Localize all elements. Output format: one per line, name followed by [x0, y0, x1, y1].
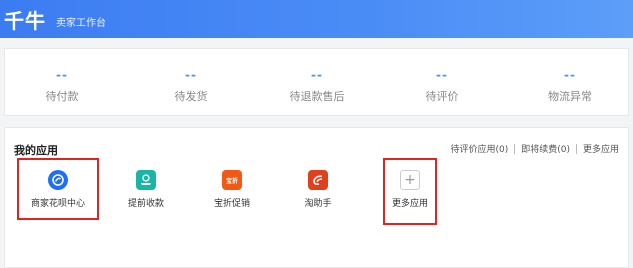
- app-logo: 千牛: [4, 8, 46, 33]
- taozhushou-icon-glyph: [313, 175, 323, 185]
- early-payment-icon-glyph: [141, 174, 151, 185]
- taozhushou-icon: [308, 170, 328, 190]
- app-taozhushou[interactable]: 淘助手: [277, 158, 359, 220]
- more-apps-link[interactable]: 更多应用: [583, 142, 619, 155]
- top-header: 千牛 卖家工作台: [0, 0, 633, 38]
- header-subtitle: 卖家工作台: [56, 17, 106, 29]
- stat-value: --: [56, 68, 68, 82]
- order-stats-panel: -- 待付款 -- 待发货 -- 待退款售后 -- 待评价 -- 物流异常: [4, 48, 629, 116]
- early-payment-icon: [136, 170, 156, 190]
- stat-label: 待评价: [425, 90, 459, 103]
- app-label: 更多应用: [391, 199, 428, 209]
- my-apps-panel: 我的应用 待评价应用(0) 即将续费(0) 更多应用 商家花呗中心 提前收款 宝…: [4, 127, 629, 268]
- stat-label: 待付款: [45, 90, 79, 103]
- discount-promo-icon-text: 宝折: [225, 177, 238, 185]
- stat-pending-shipment[interactable]: -- 待发货: [131, 49, 251, 117]
- pending-review-apps-link[interactable]: 待评价应用(0): [450, 142, 508, 155]
- stat-pending-payment[interactable]: -- 待付款: [2, 49, 122, 117]
- discount-promo-icon: 宝折: [222, 170, 242, 190]
- app-discount-promo[interactable]: 宝折 宝折促销: [191, 158, 273, 220]
- stat-label: 物流异常: [548, 90, 592, 103]
- stat-pending-review[interactable]: -- 待评价: [382, 49, 502, 117]
- plus-icon: +: [400, 170, 420, 190]
- huabei-icon-glyph: [52, 174, 64, 186]
- divider: [514, 143, 516, 154]
- stat-label: 待发货: [174, 90, 208, 103]
- divider: [575, 143, 577, 154]
- huabei-icon: [48, 170, 68, 190]
- app-huabei-center[interactable]: 商家花呗中心: [17, 158, 99, 220]
- app-label: 宝折促销: [213, 199, 250, 209]
- stat-value: --: [436, 68, 448, 82]
- stat-pending-refund[interactable]: -- 待退款售后: [257, 49, 377, 117]
- stat-value: --: [564, 68, 576, 82]
- app-label: 商家花呗中心: [30, 199, 85, 209]
- apps-links: 待评价应用(0) 即将续费(0) 更多应用: [450, 142, 619, 155]
- app-label: 淘助手: [304, 199, 332, 209]
- stat-value: --: [311, 68, 323, 82]
- app-early-payment[interactable]: 提前收款: [105, 158, 187, 220]
- stat-label: 待退款售后: [289, 90, 345, 103]
- renewal-due-link[interactable]: 即将续费(0): [521, 142, 570, 155]
- app-more[interactable]: + 更多应用: [383, 158, 437, 225]
- stat-value: --: [185, 68, 197, 82]
- app-label: 提前收款: [127, 199, 164, 209]
- stat-logistics-exception[interactable]: -- 物流异常: [510, 49, 630, 117]
- section-title: 我的应用: [14, 144, 58, 157]
